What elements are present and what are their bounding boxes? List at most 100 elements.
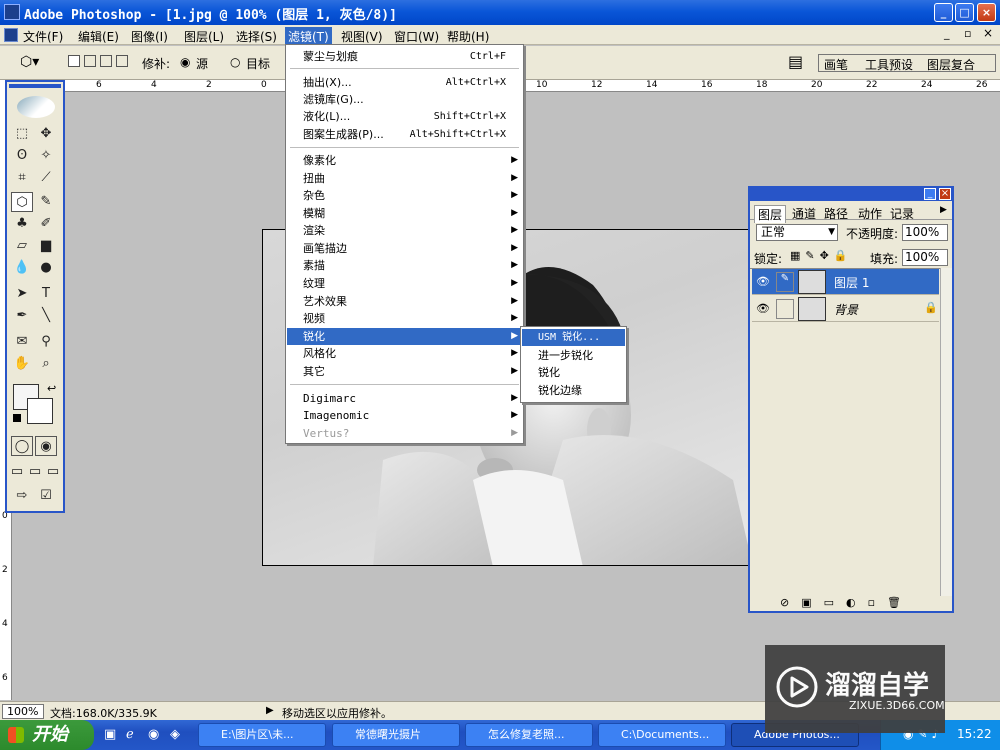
menu-item-render[interactable]: 渲染 ▶ (287, 222, 522, 239)
standard-mode-icon[interactable]: ◯ (11, 436, 33, 456)
magic-wand-tool-icon[interactable]: ✧ (35, 146, 57, 166)
brush-tool-icon[interactable]: ✎ (35, 192, 57, 212)
menu-item-brush-strokes[interactable]: 画笔描边 ▶ (287, 240, 522, 257)
task-changde-photo[interactable]: 常德曙光摄片 (332, 723, 460, 747)
menu-layer[interactable]: 图层(L) (181, 27, 227, 46)
background-color-swatch[interactable] (27, 398, 53, 424)
quicklaunch-ie-icon[interactable]: ℯ (126, 727, 134, 742)
toolbox-grip[interactable] (9, 84, 61, 88)
minimize-button[interactable]: _ (934, 3, 953, 22)
eraser-tool-icon[interactable]: ▱ (11, 236, 33, 256)
zoom-tool-icon[interactable]: ⌕ (35, 354, 57, 374)
layers-panel-titlebar[interactable]: _ × (750, 188, 952, 201)
doc-close-icon[interactable]: × (983, 26, 993, 40)
panel-close-icon[interactable]: × (939, 188, 951, 200)
menu-item-last-filter[interactable]: 蒙尘与划痕 Ctrl+F (287, 48, 522, 65)
eye-visibility-icon[interactable]: 👁 (756, 302, 770, 315)
patch-tool-icon[interactable]: ⬡ (11, 192, 33, 212)
tab-layers[interactable]: 图层 (754, 205, 787, 223)
blend-mode-select[interactable]: 正常 ▼ (756, 224, 838, 241)
tab-paths[interactable]: 路径 (824, 205, 848, 222)
maximize-button[interactable]: □ (955, 3, 974, 22)
feather-logo-icon[interactable] (17, 96, 55, 118)
menu-item-imagenomic[interactable]: Imagenomic ▶ (287, 407, 522, 424)
lasso-tool-icon[interactable]: ʘ (11, 146, 33, 166)
lock-options-icons[interactable]: ▦✎✥🔒 (790, 249, 853, 262)
tab-history[interactable]: 记录 (890, 205, 914, 222)
menu-item-noise[interactable]: 杂色 ▶ (287, 187, 522, 204)
task-repair-photo[interactable]: 怎么修复老照... (465, 723, 593, 747)
default-colors-icon[interactable] (13, 414, 21, 422)
menu-item-texture[interactable]: 纹理 ▶ (287, 275, 522, 292)
submenu-item-unsharp-mask[interactable]: USM 锐化... (522, 329, 625, 346)
quicklaunch-desktop-icon[interactable]: ▣ (104, 727, 116, 742)
path-select-tool-icon[interactable]: ➤ (11, 284, 33, 304)
screen-mode-standard-icon[interactable]: ▭ (9, 462, 25, 482)
menu-item-other[interactable]: 其它 ▶ (287, 363, 522, 380)
move-tool-icon[interactable]: ✥ (35, 124, 57, 144)
history-brush-icon[interactable]: ✐ (35, 214, 57, 234)
start-button[interactable]: 开始 (0, 720, 94, 750)
eyedropper-tool-icon[interactable]: ⚲ (35, 332, 57, 352)
quicklaunch-qq-icon[interactable]: ◉ (148, 727, 159, 742)
new-selection-icon[interactable] (68, 55, 80, 67)
jump-to-imageready-icon[interactable]: ⇨ (11, 486, 33, 506)
status-arrow-icon[interactable]: ▶ (266, 705, 274, 716)
menu-edit[interactable]: 编辑(E) (75, 27, 122, 46)
menu-image[interactable]: 图像(I) (128, 27, 171, 46)
tab-brushes[interactable]: 画笔 (824, 56, 848, 73)
crop-tool-icon[interactable]: ⌗ (11, 168, 33, 188)
patch-tool-preset-icon[interactable]: ⬡▾ (20, 54, 39, 70)
menu-item-filter-gallery[interactable]: 滤镜库(G)... (287, 91, 522, 108)
stamp-tool-icon[interactable]: ♣ (11, 214, 33, 234)
doc-minimize-icon[interactable]: _ (944, 27, 950, 40)
link-slot-icon[interactable] (776, 299, 794, 319)
panel-minimize-icon[interactable]: _ (924, 188, 936, 200)
menu-select[interactable]: 选择(S) (233, 27, 280, 46)
fill-field[interactable]: 100% (902, 249, 948, 266)
menu-item-digimarc[interactable]: Digimarc ▶ (287, 390, 522, 407)
layer-row-background[interactable]: 👁 背景 🔒 (752, 296, 939, 322)
doc-restore-icon[interactable]: ▫ (964, 27, 971, 40)
blur-tool-icon[interactable]: 💧 (11, 258, 33, 278)
palette-well-icon[interactable]: ▤ (788, 52, 803, 71)
brush-link-icon[interactable]: ✎ (776, 272, 794, 292)
layers-scrollbar[interactable] (940, 268, 952, 596)
swap-colors-icon[interactable]: ↩ (47, 382, 56, 395)
notes-tool-icon[interactable]: ✉ (11, 332, 33, 352)
panel-menu-arrow-icon[interactable]: ▶ (940, 205, 947, 215)
opacity-field[interactable]: 100% (902, 224, 948, 241)
menu-item-extract[interactable]: 抽出(X)... Alt+Ctrl+X (287, 74, 522, 91)
zoom-field[interactable]: 100% (2, 704, 44, 719)
layers-footer-icons[interactable]: ⊘▣▭◐▫🗑 (750, 596, 952, 611)
close-button[interactable]: × (977, 3, 996, 22)
layer-row-layer1[interactable]: 👁 ✎ 图层 1 (752, 269, 939, 295)
menu-item-pattern-maker[interactable]: 图案生成器(P)... Alt+Shift+Ctrl+X (287, 126, 522, 143)
subtract-selection-icon[interactable] (100, 55, 112, 67)
add-selection-icon[interactable] (84, 55, 96, 67)
menu-item-sketch[interactable]: 素描 ▶ (287, 257, 522, 274)
submenu-item-sharpen-more[interactable]: 进一步锐化 (522, 347, 625, 364)
submenu-item-sharpen[interactable]: 锐化 (522, 364, 625, 381)
dodge-tool-icon[interactable]: ● (35, 258, 57, 278)
menu-item-liquify[interactable]: 液化(L)... Shift+Ctrl+X (287, 108, 522, 125)
quick-mask-icon[interactable]: ◉ (35, 436, 57, 456)
submenu-item-sharpen-edges[interactable]: 锐化边缘 (522, 382, 625, 399)
type-tool-icon[interactable]: T (35, 284, 57, 304)
screen-mode-full-icon[interactable]: ▭ (45, 462, 61, 482)
menu-item-sharpen[interactable]: 锐化 ▶ (287, 328, 522, 345)
edit-in-imageready-icon[interactable]: ☑ (35, 486, 57, 506)
task-explorer-images[interactable]: E:\图片区\未... (198, 723, 326, 747)
source-radio[interactable]: ◉ (180, 55, 190, 69)
intersect-selection-icon[interactable] (116, 55, 128, 67)
pen-tool-icon[interactable]: ✒ (11, 306, 33, 326)
eye-visibility-icon[interactable]: 👁 (756, 275, 770, 288)
menu-item-artistic[interactable]: 艺术效果 ▶ (287, 293, 522, 310)
hand-tool-icon[interactable]: ✋ (11, 354, 33, 374)
tab-channels[interactable]: 通道 (792, 205, 816, 222)
screen-mode-menu-icon[interactable]: ▭ (27, 462, 43, 482)
doc-info[interactable]: 文档:168.0K/335.9K (50, 705, 157, 721)
gradient-tool-icon[interactable]: ▆ (35, 236, 57, 256)
menu-item-stylize[interactable]: 风格化 ▶ (287, 345, 522, 362)
menu-item-blur[interactable]: 模糊 ▶ (287, 205, 522, 222)
